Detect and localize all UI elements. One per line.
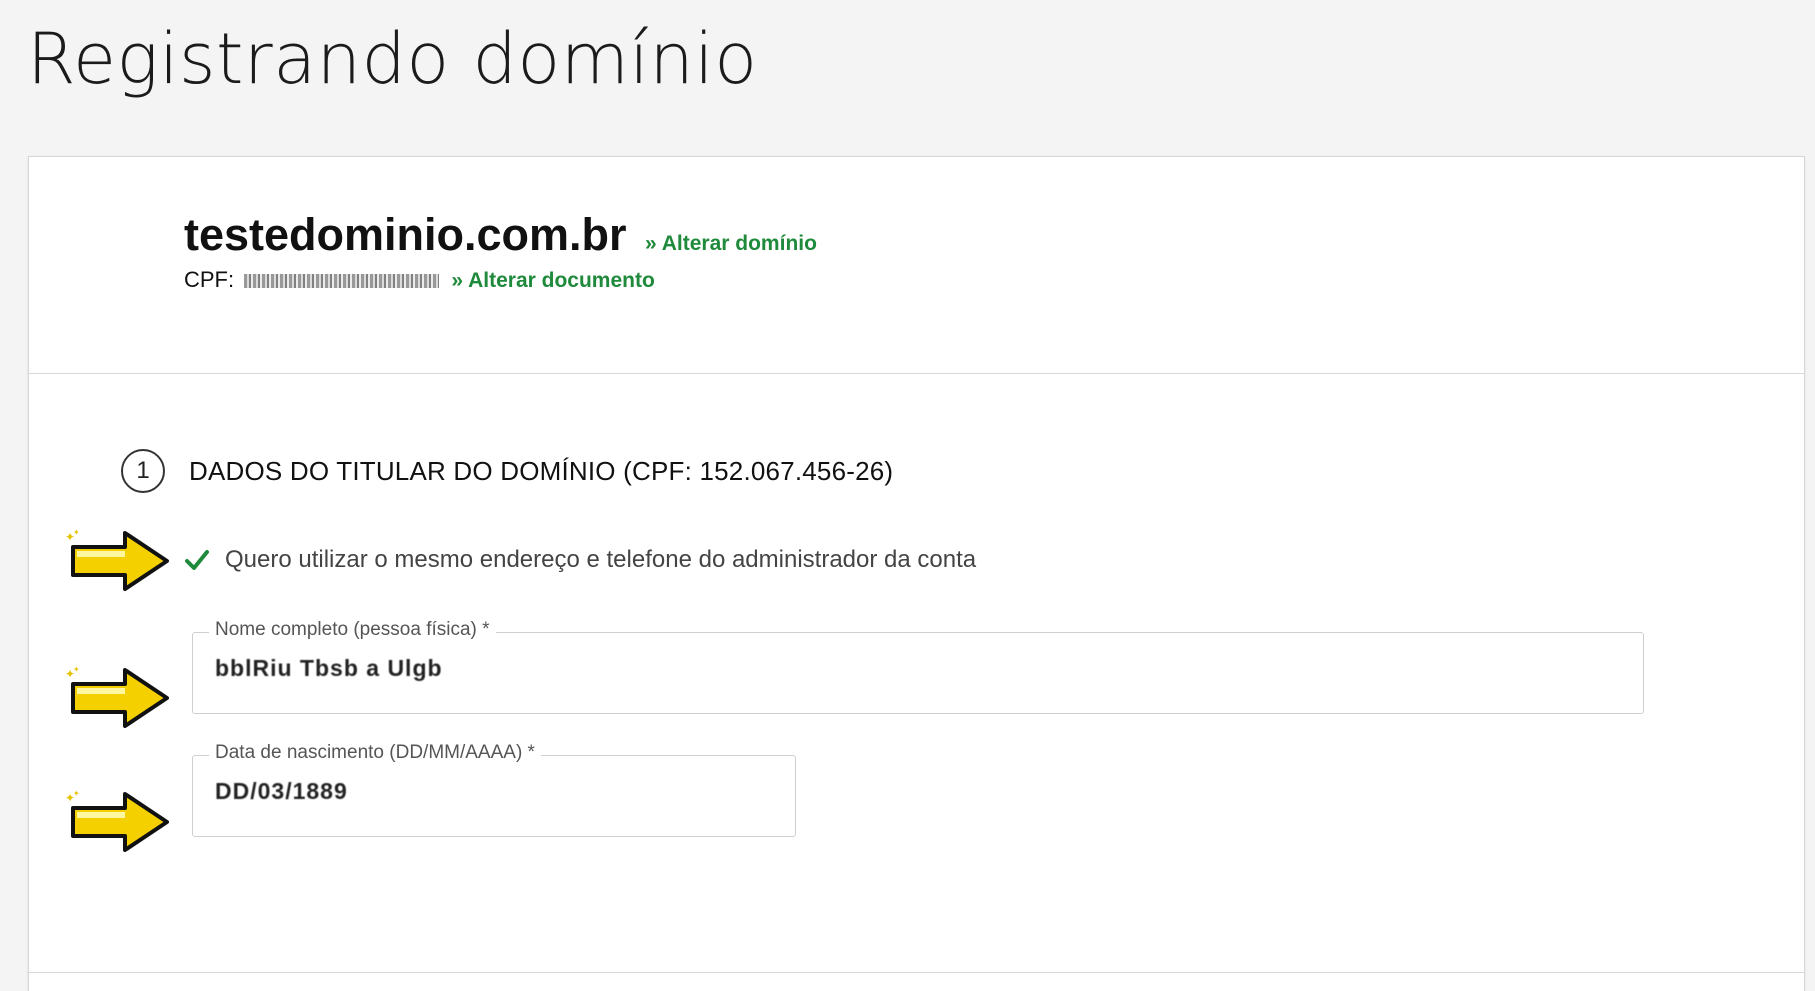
svg-text:✦: ✦ — [73, 666, 80, 674]
full-name-label: Nome completo (pessoa física) * — [209, 619, 496, 641]
birth-date-value[interactable]: DD/03/1889 — [215, 778, 348, 805]
arrow-right-icon: ✦ ✦ — [65, 666, 169, 728]
birth-date-label: Data de nascimento (DD/MM/AAAA) * — [209, 742, 541, 764]
section-divider — [29, 972, 1804, 973]
document-type-label: CPF: — [184, 267, 235, 292]
registration-card: testedominio.com.br » Alterar domínio CP… — [28, 156, 1805, 991]
birth-date-field[interactable]: Data de nascimento (DD/MM/AAAA) * DD/03/… — [192, 742, 796, 837]
step-heading: 1 DADOS DO TITULAR DO DOMÍNIO (CPF: 152.… — [121, 449, 893, 493]
check-icon[interactable] — [183, 546, 211, 574]
same-address-option[interactable]: Quero utilizar o mesmo endereço e telefo… — [183, 546, 976, 574]
domain-line: testedominio.com.br » Alterar domínio — [184, 209, 817, 261]
svg-text:✦: ✦ — [73, 790, 80, 798]
arrow-right-icon: ✦ ✦ — [65, 529, 169, 591]
section-title: DADOS DO TITULAR DO DOMÍNIO (CPF: 152.06… — [189, 455, 894, 486]
change-document-link[interactable]: » Alterar documento — [451, 269, 654, 292]
full-name-field[interactable]: Nome completo (pessoa física) * bblRiu T… — [192, 619, 1644, 714]
domain-name: testedominio.com.br — [184, 209, 627, 260]
full-name-value[interactable]: bblRiu Tbsb a Ulgb — [215, 655, 443, 682]
svg-text:✦: ✦ — [73, 529, 80, 537]
step-number-badge: 1 — [121, 449, 165, 493]
domain-summary: testedominio.com.br » Alterar domínio CP… — [29, 157, 1804, 374]
document-line: CPF: » Alterar documento — [184, 267, 655, 293]
masked-document-number — [244, 274, 440, 289]
registration-page: Registrando domínio testedominio.com.br … — [0, 0, 1815, 991]
arrow-right-icon: ✦ ✦ — [65, 790, 169, 852]
page-title: Registrando domínio — [27, 18, 758, 100]
change-domain-link[interactable]: » Alterar domínio — [645, 232, 817, 255]
holder-data-section: 1 DADOS DO TITULAR DO DOMÍNIO (CPF: 152.… — [29, 374, 1804, 974]
same-address-label: Quero utilizar o mesmo endereço e telefo… — [225, 546, 977, 573]
